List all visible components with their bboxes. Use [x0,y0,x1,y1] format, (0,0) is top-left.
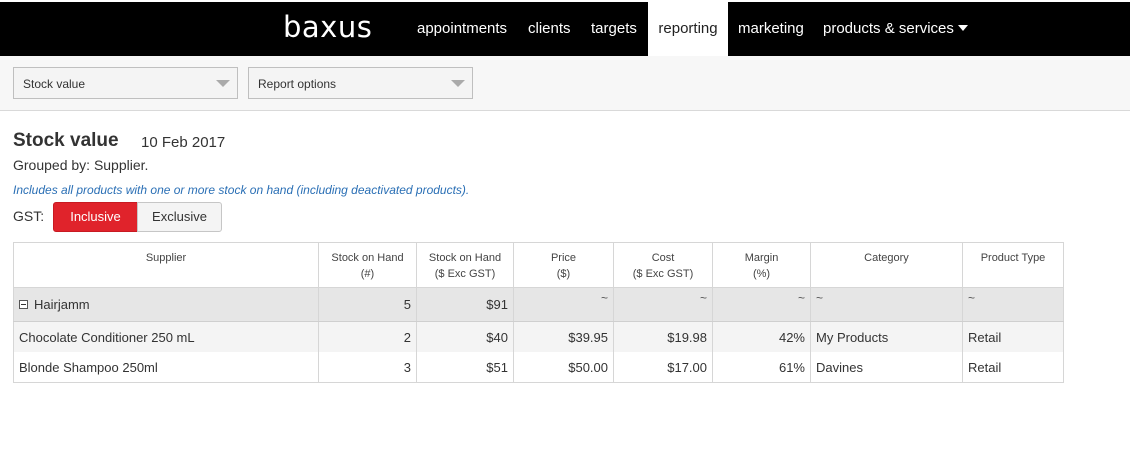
group-margin: ~ [712,287,811,322]
nav-products-services[interactable]: products & services [823,2,968,56]
caret-down-icon [957,25,968,32]
dropdown-arrow-icon [216,80,230,87]
group-stock-value: $91 [416,287,514,322]
nav-clients[interactable]: clients [528,2,571,56]
category: Davines [810,352,963,383]
header-product-type[interactable]: Product Type [962,242,1064,288]
stock-value: $51 [416,352,514,383]
product-type: Retail [962,321,1064,352]
group-price: ~ [513,287,614,322]
margin: 61% [712,352,811,383]
report-type-select[interactable]: Stock value [13,67,238,99]
margin: 42% [712,321,811,352]
top-navigation-bar: baxus appointments clients targets repor… [0,2,1130,56]
report-toolbar: Stock value Report options [0,56,1130,111]
gst-exclusive-button[interactable]: Exclusive [137,202,222,232]
table-row[interactable]: Blonde Shampoo 250ml 3 $51 $50.00 $17.00… [13,352,1064,383]
header-margin[interactable]: Margin (%) [712,242,811,288]
report-date: 10 Feb 2017 [141,134,226,151]
stock-qty: 2 [318,321,417,352]
report-type-value: Stock value [23,77,86,91]
price: $39.95 [513,321,614,352]
header-price[interactable]: Price ($) [513,242,614,288]
nav-appointments[interactable]: appointments [417,2,507,56]
group-cost: ~ [613,287,713,322]
group-category: ~ [810,287,963,322]
report-note: Includes all products with one or more s… [13,183,470,197]
price: $50.00 [513,352,614,383]
table-row[interactable]: Chocolate Conditioner 250 mL 2 $40 $39.9… [13,321,1064,352]
stock-value: $40 [416,321,514,352]
group-row-hairjamm[interactable]: Hairjamm 5 $91 ~ ~ ~ ~ ~ [13,287,1064,322]
nav-reporting[interactable]: reporting [648,2,728,56]
product-name: Blonde Shampoo 250ml [13,352,319,383]
category: My Products [810,321,963,352]
product-name: Chocolate Conditioner 250 mL [13,321,319,352]
report-options-value: Report options [258,77,337,91]
nav-marketing[interactable]: marketing [738,2,804,56]
collapse-icon[interactable] [19,300,28,310]
grouped-by-text: Grouped by: Supplier. [13,157,149,173]
product-type: Retail [962,352,1064,383]
gst-inclusive-button[interactable]: Inclusive [53,202,138,232]
group-stock-qty: 5 [318,287,417,322]
group-type: ~ [962,287,1064,322]
nav-targets[interactable]: targets [591,2,637,56]
stock-qty: 3 [318,352,417,383]
header-supplier[interactable]: Supplier [13,242,319,288]
report-options-select[interactable]: Report options [248,67,473,99]
nav-products-label: products & services [823,20,954,37]
cost: $19.98 [613,321,713,352]
group-name-cell: Hairjamm [13,287,319,322]
baxus-logo[interactable]: baxus [283,10,372,44]
gst-label: GST: [13,208,45,224]
page-title: Stock value [13,130,119,151]
cost: $17.00 [613,352,713,383]
header-stock-qty[interactable]: Stock on Hand (#) [318,242,417,288]
table-header-row: Supplier Stock on Hand (#) Stock on Hand(… [13,242,1064,288]
dropdown-arrow-icon [451,80,465,87]
header-stock-value[interactable]: Stock on Hand ($ Exc GST) [416,242,514,288]
stock-value-table: Supplier Stock on Hand (#) Stock on Hand(… [13,242,1064,383]
header-category[interactable]: Category [810,242,963,288]
header-cost[interactable]: Cost ($ Exc GST) [613,242,713,288]
